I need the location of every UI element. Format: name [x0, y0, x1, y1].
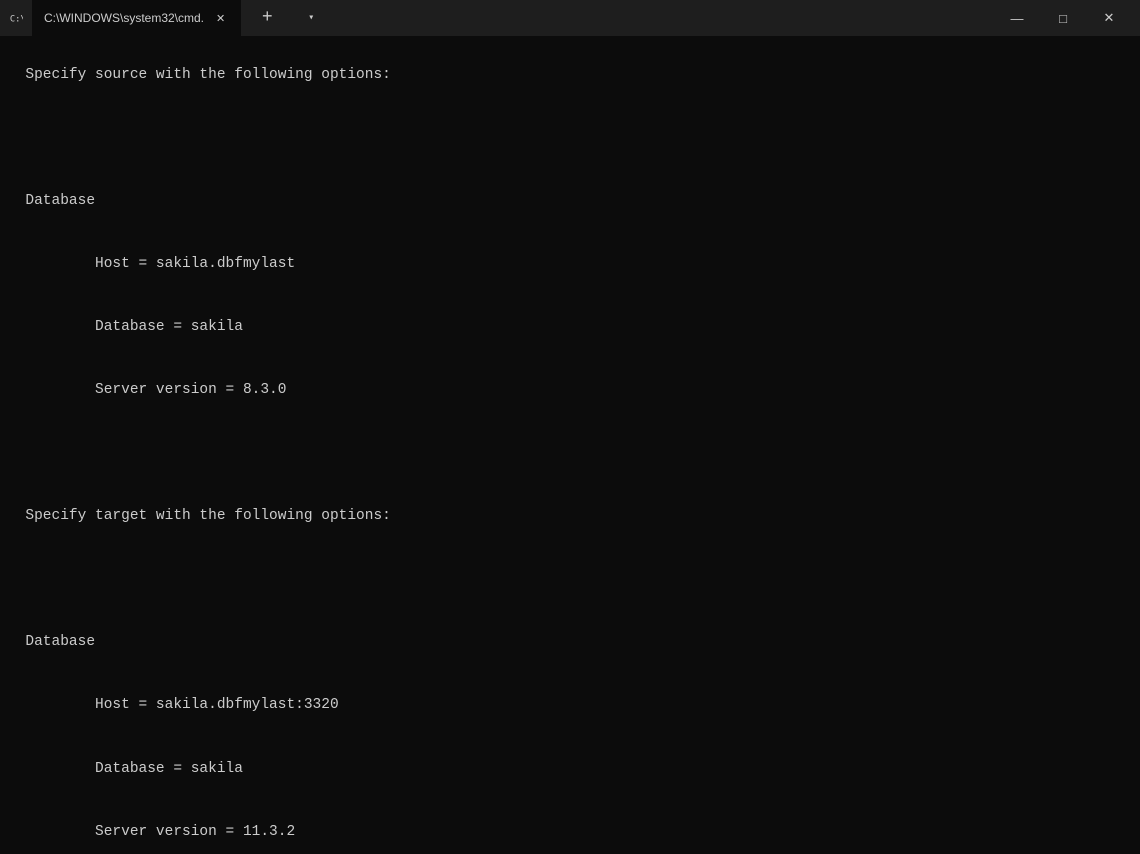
line-specify-target: Specify target with the following option… — [25, 508, 390, 524]
line-host2: Host = sakila.dbfmylast:3320 — [25, 697, 338, 713]
line-db2: Database = sakila — [25, 761, 243, 777]
maximize-button[interactable]: □ — [1040, 0, 1086, 36]
line-db1: Database = sakila — [25, 319, 243, 335]
tab-close-button[interactable]: ✕ — [212, 10, 229, 27]
minimize-button[interactable]: — — [994, 0, 1040, 36]
dropdown-button[interactable]: ▾ — [293, 0, 329, 36]
terminal-output: Specify source with the following option… — [0, 36, 1140, 854]
svg-text:C:\: C:\ — [10, 15, 23, 25]
line-server2: Server version = 11.3.2 — [25, 824, 295, 840]
window-controls: — □ ✕ — [994, 0, 1132, 36]
active-tab[interactable]: C:\WINDOWS\system32\cmd. ✕ — [32, 0, 241, 36]
line-database2: Database — [25, 634, 95, 650]
line-host1: Host = sakila.dbfmylast — [25, 256, 295, 272]
title-bar: C:\ C:\WINDOWS\system32\cmd. ✕ + ▾ — □ ✕ — [0, 0, 1140, 36]
new-tab-button[interactable]: + — [249, 0, 285, 36]
line-specify-source: Specify source with the following option… — [25, 67, 390, 83]
close-button[interactable]: ✕ — [1086, 0, 1132, 36]
line-server1: Server version = 8.3.0 — [25, 382, 286, 398]
cmd-icon: C:\ — [8, 10, 24, 26]
tab-title: C:\WINDOWS\system32\cmd. — [44, 11, 204, 25]
line-database1: Database — [25, 193, 95, 209]
